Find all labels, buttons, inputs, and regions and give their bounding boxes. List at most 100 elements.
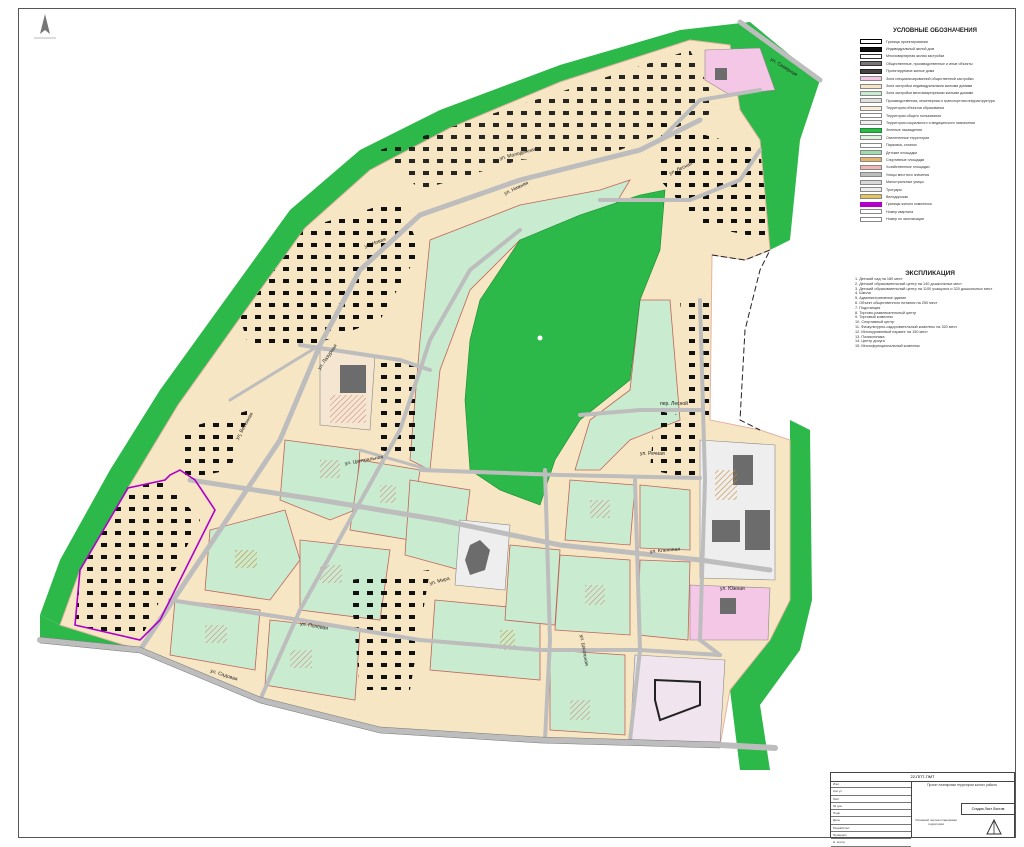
explication: ЭКСПЛИКАЦИЯ 1. Детский сад на 180 мест 2.… bbox=[855, 270, 1005, 349]
legend-item: Детские площадки bbox=[860, 149, 1010, 156]
legend-swatch bbox=[860, 76, 882, 82]
legend-item: Парковка, стоянки bbox=[860, 141, 1010, 148]
stamp-row: Дата bbox=[831, 817, 911, 825]
legend-item: Зеленые насаждения bbox=[860, 127, 1010, 134]
stamp-row: Кол.уч bbox=[831, 788, 911, 796]
legend-item: Общественные, производственные и иные об… bbox=[860, 60, 1010, 67]
signature-grid: Изм. Кол.уч Лист № док. Подп. Дата Разработал П… bbox=[831, 781, 912, 847]
legend-label: Производственная, инженерная и транспорт… bbox=[886, 98, 995, 103]
legend-swatch bbox=[860, 53, 882, 59]
street-label: ул. Южная bbox=[720, 586, 745, 592]
legend-item: Велодорожки bbox=[860, 193, 1010, 200]
legend-label: Спортивные площадки bbox=[886, 157, 925, 162]
sheet-title: Основной чертеж планировки территории bbox=[915, 818, 957, 826]
legend-item: Индивидуальный жилой дом bbox=[860, 45, 1010, 52]
street-label: пер. Лесной bbox=[660, 400, 688, 407]
legend-swatch bbox=[860, 172, 882, 178]
legend-item: Улицы местного значения bbox=[860, 171, 1010, 178]
legend-label: Многоквартирная жилая застройка bbox=[886, 54, 945, 59]
legend-item: Территории общего пользования bbox=[860, 112, 1010, 119]
stamp-row: Лист bbox=[831, 796, 911, 803]
legend-swatch bbox=[860, 187, 882, 192]
legend-item: Многоквартирная жилая застройка bbox=[860, 53, 1010, 60]
legend-swatch bbox=[860, 164, 882, 170]
legend: УСЛОВНЫЕ ОБОЗНАЧЕНИЯ Граница проектирова… bbox=[860, 28, 1010, 223]
stamp-row: № док. bbox=[831, 803, 911, 811]
stamp-row: Проверил bbox=[831, 832, 911, 840]
legend-swatch bbox=[860, 142, 882, 148]
legend-label: Зона специализированной общественной зас… bbox=[886, 76, 974, 81]
legend-swatch bbox=[860, 216, 882, 222]
legend-swatch bbox=[860, 157, 882, 163]
legend-label: Зеленые насаждения bbox=[886, 128, 922, 133]
legend-item: Тротуары bbox=[860, 186, 1010, 193]
legend-label: Индивидуальный жилой дом bbox=[886, 47, 935, 52]
sheet-info: Стадия Лист Листов bbox=[961, 803, 1015, 815]
legend-item: Номер квартала bbox=[860, 208, 1010, 215]
title-block: 22-ППТ-ПМТ Изм. Кол.уч Лист № док. Подп. Дата… bbox=[830, 772, 1015, 847]
legend-swatch bbox=[860, 105, 882, 111]
legend-label: Зона застройки многоквартирными жилыми д… bbox=[886, 91, 974, 96]
legend-item: Территория социального и медицинского на… bbox=[860, 119, 1010, 126]
legend-label: Номер по экспликации bbox=[886, 217, 925, 222]
legend-item: Зона застройки многоквартирными жилыми д… bbox=[860, 90, 1010, 97]
legend-label: Парковка, стоянки bbox=[886, 143, 917, 148]
legend-label: Магистральные улицы bbox=[886, 180, 924, 185]
plan-sheet: ул. Молодежная ул. Новая ул. Лесная ул. … bbox=[0, 0, 1024, 847]
legend-label: Проектируемые жилые дома bbox=[886, 69, 935, 74]
explication-title: ЭКСПЛИКАЦИЯ bbox=[905, 270, 955, 277]
legend-label: Граница проектирования bbox=[886, 39, 928, 44]
legend-swatch bbox=[860, 113, 882, 119]
organization-logo-icon bbox=[986, 818, 1002, 835]
legend-swatch bbox=[860, 135, 882, 141]
stamp-row: Разработал bbox=[831, 825, 911, 833]
legend-label: Территория объектов образования bbox=[886, 106, 945, 111]
legend-label: Границы жилого комплекса bbox=[886, 202, 932, 207]
legend-swatch bbox=[860, 120, 882, 126]
legend-item: Номер по экспликации bbox=[860, 215, 1010, 222]
legend-swatch bbox=[860, 39, 882, 45]
stamp-row: Подп. bbox=[831, 810, 911, 818]
legend-swatch bbox=[860, 209, 882, 215]
project-title: Проект планировки территории жилого райо… bbox=[927, 783, 997, 787]
legend-swatch bbox=[860, 150, 882, 156]
legend-item: Хозяйственные площадки bbox=[860, 164, 1010, 171]
legend-label: Велодорожки bbox=[886, 194, 909, 199]
legend-item: Озелененные территории bbox=[860, 134, 1010, 141]
explication-item: 3. Детский образовательный центр на 1100… bbox=[855, 286, 993, 291]
legend-item: Граница проектирования bbox=[860, 38, 1010, 45]
legend-item: Магистральные улицы bbox=[860, 178, 1010, 185]
legend-swatch bbox=[860, 90, 882, 96]
explication-item: 15. Многофункциональный комплекс bbox=[855, 344, 921, 349]
design-boundary bbox=[711, 249, 772, 431]
legend-item: Зона специализированной общественной зас… bbox=[860, 75, 1010, 82]
legend-swatch bbox=[860, 201, 882, 207]
legend-label: Зона застройки индивидуальными жилыми до… bbox=[886, 84, 973, 89]
street-label: ул. Речная bbox=[640, 451, 665, 457]
legend-swatch bbox=[860, 68, 882, 74]
stamp-row: Н. контр. bbox=[831, 839, 911, 847]
legend-label: Общественные, производственные и иные об… bbox=[886, 61, 973, 66]
legend-label: Хозяйственные площадки bbox=[886, 165, 930, 170]
legend-label: Номер квартала bbox=[886, 209, 914, 214]
legend-item: Территория объектов образования bbox=[860, 105, 1010, 112]
legend-swatch bbox=[860, 194, 882, 200]
stamp-row: Изм. bbox=[831, 781, 911, 789]
legend-label: Детские площадки bbox=[886, 150, 918, 155]
legend-label: Улицы местного значения bbox=[886, 172, 930, 177]
legend-label: Территория социального и медицинского на… bbox=[886, 120, 976, 125]
legend-label: Озелененные территории bbox=[886, 135, 930, 140]
legend-swatch bbox=[860, 98, 882, 104]
legend-label: Тротуары bbox=[886, 187, 902, 192]
legend-swatch bbox=[860, 61, 882, 67]
legend-swatch bbox=[860, 127, 882, 133]
legend-title: УСЛОВНЫЕ ОБОЗНАЧЕНИЯ bbox=[893, 28, 977, 34]
legend-item: Границы жилого комплекса bbox=[860, 201, 1010, 208]
legend-label: Территории общего пользования bbox=[886, 113, 942, 118]
legend-item: Проектируемые жилые дома bbox=[860, 68, 1010, 75]
legend-swatch bbox=[860, 46, 882, 52]
legend-item: Спортивные площадки bbox=[860, 156, 1010, 163]
legend-item: Зона застройки индивидуальными жилыми до… bbox=[860, 82, 1010, 89]
legend-item: Производственная, инженерная и транспорт… bbox=[860, 97, 1010, 104]
legend-swatch bbox=[860, 83, 882, 89]
